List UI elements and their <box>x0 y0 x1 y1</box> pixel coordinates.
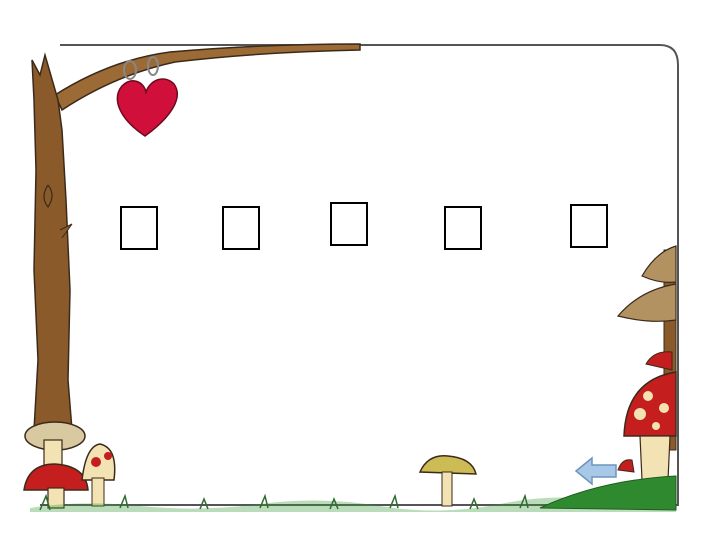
placeholder-glyph-5: □ <box>570 204 608 248</box>
placeholder-glyph-2: □ <box>222 206 260 250</box>
glyph-text-5: □ <box>572 206 606 246</box>
back-button[interactable] <box>574 456 618 486</box>
glyph-text-1: □ <box>122 208 156 248</box>
tree-branch <box>54 43 361 112</box>
glyph-text-2: □ <box>224 208 258 248</box>
mushroom-middle <box>418 455 477 507</box>
mushroom-cluster-left <box>23 421 116 509</box>
tree-trunk <box>31 52 73 431</box>
glyph-text-3: □ <box>332 204 366 244</box>
placeholder-glyph-4: □ <box>444 206 482 250</box>
left-arrow-icon <box>574 456 617 486</box>
placeholder-glyph-1: □ <box>120 206 158 250</box>
placeholder-glyph-3: □ <box>330 202 368 246</box>
glyph-text-4: □ <box>446 208 480 248</box>
